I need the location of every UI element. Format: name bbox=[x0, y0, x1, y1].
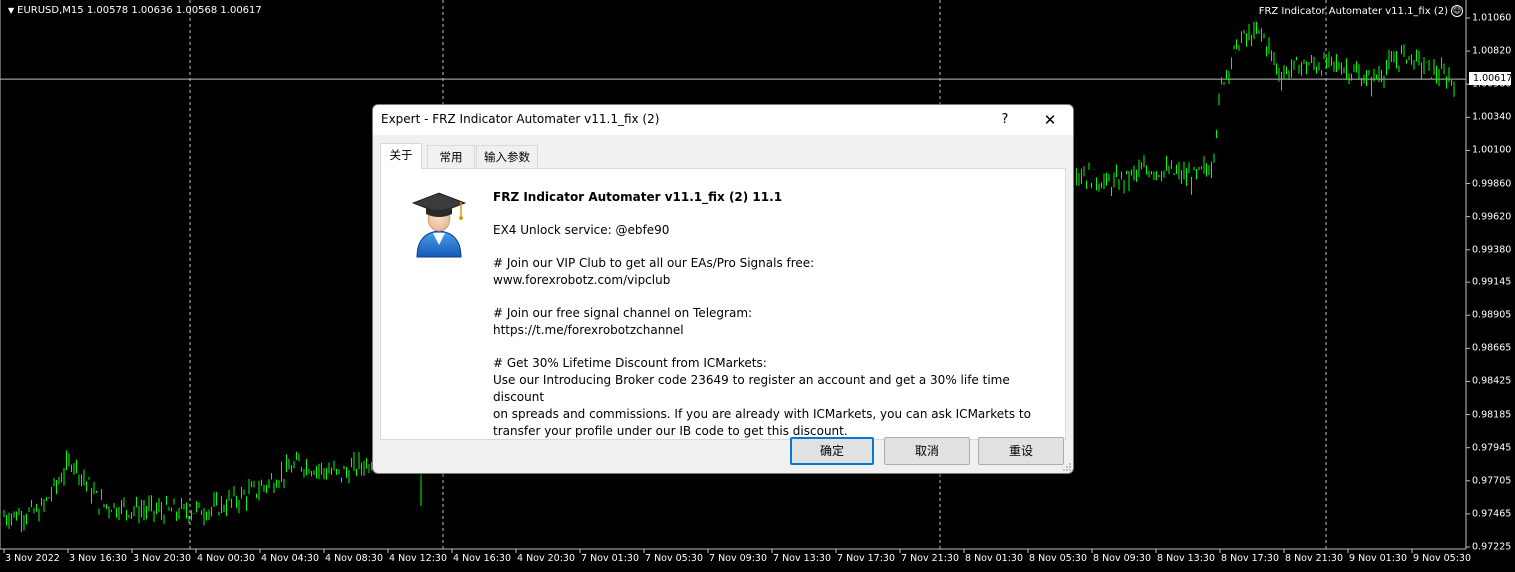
time-tick-label: 3 Nov 2022 bbox=[5, 553, 60, 564]
price-tick-label: 0.98905 bbox=[1472, 309, 1512, 321]
about-panel: FRZ Indicator Automater v11.1_fix (2) 11… bbox=[380, 168, 1066, 440]
time-tick-label: 8 Nov 21:30 bbox=[1285, 553, 1344, 564]
dropdown-triangle-icon[interactable]: ▼ bbox=[8, 6, 14, 15]
price-tick-label: 0.97705 bbox=[1472, 475, 1512, 487]
tab-common[interactable]: 常用 bbox=[427, 145, 475, 168]
price-tick-label: 0.98425 bbox=[1472, 375, 1512, 387]
reset-button[interactable]: 重设 bbox=[978, 437, 1064, 465]
about-line: # Get 30% Lifetime Discount from ICMarke… bbox=[493, 356, 1031, 438]
resize-grip-icon[interactable] bbox=[1063, 463, 1071, 471]
time-tick-label: 4 Nov 20:30 bbox=[517, 553, 576, 564]
price-tick-label: 0.98185 bbox=[1472, 409, 1512, 421]
time-tick-label: 4 Nov 08:30 bbox=[325, 553, 384, 564]
time-tick-label: 4 Nov 16:30 bbox=[453, 553, 512, 564]
price-tick-label: 0.99145 bbox=[1472, 276, 1512, 288]
expert-label: FRZ Indicator Automater v11.1_fix (2) ☺ bbox=[1258, 5, 1463, 17]
time-tick-label: 3 Nov 20:30 bbox=[133, 553, 192, 564]
time-tick-label: 9 Nov 01:30 bbox=[1349, 553, 1408, 564]
close-button[interactable]: ✕ bbox=[1037, 109, 1063, 131]
about-line: # Join our VIP Club to get all our EAs/P… bbox=[493, 256, 815, 287]
price-tick-label: 0.97465 bbox=[1472, 508, 1512, 520]
tab-inputs[interactable]: 输入参数 bbox=[476, 145, 538, 168]
price-tick-label: 1.01060 bbox=[1472, 12, 1512, 24]
about-text: FRZ Indicator Automater v11.1_fix (2) 11… bbox=[493, 189, 1058, 440]
price-tick-label: 1.00820 bbox=[1472, 45, 1512, 57]
graduate-avatar-icon bbox=[411, 192, 467, 258]
about-line: EX4 Unlock service: @ebfe90 bbox=[493, 223, 670, 237]
cancel-button[interactable]: 取消 bbox=[884, 437, 970, 465]
about-line: # Join our free signal channel on Telegr… bbox=[493, 306, 753, 337]
price-tick-label: 0.98665 bbox=[1472, 342, 1512, 354]
time-tick-label: 7 Nov 21:30 bbox=[901, 553, 960, 564]
time-tick-label: 4 Nov 04:30 bbox=[261, 553, 320, 564]
about-heading: FRZ Indicator Automater v11.1_fix (2) 11… bbox=[493, 190, 783, 204]
time-tick-label: 8 Nov 05:30 bbox=[1029, 553, 1088, 564]
time-tick-label: 8 Nov 09:30 bbox=[1093, 553, 1152, 564]
current-price-label: 1.00617 bbox=[1469, 72, 1512, 85]
price-tick-label: 0.97225 bbox=[1472, 541, 1512, 553]
dialog-title: Expert - FRZ Indicator Automater v11.1_f… bbox=[381, 112, 660, 126]
time-tick-label: 7 Nov 01:30 bbox=[581, 553, 640, 564]
symbol-label: ▼ EURUSD,M15 1.00578 1.00636 1.00568 1.00… bbox=[8, 5, 262, 16]
time-tick-label: 7 Nov 05:30 bbox=[645, 553, 704, 564]
expert-dialog: Expert - FRZ Indicator Automater v11.1_f… bbox=[372, 104, 1074, 474]
time-tick-label: 8 Nov 13:30 bbox=[1157, 553, 1216, 564]
time-tick-label: 7 Nov 17:30 bbox=[837, 553, 896, 564]
time-tick-label: 4 Nov 12:30 bbox=[389, 553, 448, 564]
price-tick-label: 1.00340 bbox=[1472, 111, 1512, 123]
smiley-icon: ☺ bbox=[1451, 5, 1463, 17]
price-tick-label: 0.99620 bbox=[1472, 211, 1512, 223]
price-tick-label: 1.00100 bbox=[1472, 144, 1512, 156]
price-tick-label: 0.97945 bbox=[1472, 442, 1512, 454]
time-tick-label: 7 Nov 13:30 bbox=[773, 553, 832, 564]
dialog-titlebar[interactable]: Expert - FRZ Indicator Automater v11.1_f… bbox=[373, 105, 1073, 135]
price-tick-label: 0.99860 bbox=[1472, 178, 1512, 190]
time-tick-label: 8 Nov 17:30 bbox=[1221, 553, 1280, 564]
tab-about[interactable]: 关于 bbox=[380, 143, 422, 169]
time-tick-label: 9 Nov 05:30 bbox=[1413, 553, 1472, 564]
time-tick-label: 3 Nov 16:30 bbox=[69, 553, 128, 564]
ok-button[interactable]: 确定 bbox=[790, 437, 874, 465]
time-tick-label: 4 Nov 00:30 bbox=[197, 553, 256, 564]
price-tick-label: 0.99380 bbox=[1472, 244, 1512, 256]
help-button[interactable]: ? bbox=[995, 109, 1015, 131]
time-tick-label: 8 Nov 01:30 bbox=[965, 553, 1024, 564]
time-tick-label: 7 Nov 09:30 bbox=[709, 553, 768, 564]
